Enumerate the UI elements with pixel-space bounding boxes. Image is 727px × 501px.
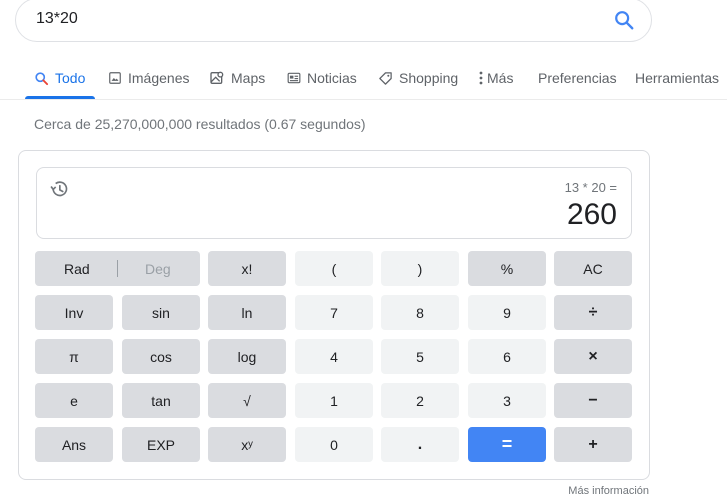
digit-0-button[interactable]: 0 — [295, 427, 373, 462]
tabs-divider — [0, 99, 727, 100]
digit-9-button[interactable]: 9 — [468, 295, 546, 330]
search-icon[interactable] — [613, 9, 635, 31]
map-icon — [209, 70, 225, 86]
result-stats: Cerca de 25,270,000,000 resultados (0.67… — [34, 116, 366, 132]
tab-imagenes[interactable]: Imágenes — [108, 69, 189, 87]
more-info-link[interactable]: Más información — [568, 485, 649, 497]
calculator-expression: 13 * 20 = — [564, 180, 617, 195]
tab-label: Preferencias — [538, 70, 617, 86]
digit-3-button[interactable]: 3 — [468, 383, 546, 418]
tab-label: Maps — [231, 70, 266, 86]
equals-button[interactable]: = — [468, 427, 546, 462]
tab-label: Todo — [55, 70, 86, 86]
decimal-point-button[interactable]: . — [381, 427, 459, 462]
tan-button[interactable]: tan — [122, 383, 200, 418]
rad-button[interactable]: Rad — [64, 261, 90, 277]
tab-mas[interactable]: Más — [478, 69, 513, 87]
search-box[interactable]: 13*20 — [15, 0, 652, 42]
close-paren-button[interactable]: ) — [381, 251, 459, 286]
ans-button[interactable]: Ans — [35, 427, 113, 462]
image-icon — [108, 71, 122, 85]
percent-button[interactable]: % — [468, 251, 546, 286]
cos-button[interactable]: cos — [122, 339, 200, 374]
all-clear-button[interactable]: AC — [554, 251, 632, 286]
search-input[interactable]: 13*20 — [36, 10, 78, 28]
log-button[interactable]: log — [208, 339, 286, 374]
tab-preferencias[interactable]: Preferencias — [538, 69, 617, 87]
plus-button[interactable]: + — [554, 427, 632, 462]
tab-herramientas[interactable]: Herramientas — [635, 69, 719, 87]
tab-label: Shopping — [399, 70, 459, 86]
open-paren-button[interactable]: ( — [295, 251, 373, 286]
tab-label: Imágenes — [128, 70, 190, 86]
minus-button[interactable]: − — [554, 383, 632, 418]
sqrt-button[interactable]: √ — [208, 383, 286, 418]
tab-label: Herramientas — [635, 70, 720, 86]
tab-label: Noticias — [307, 70, 357, 86]
euler-button[interactable]: e — [35, 383, 113, 418]
angle-mode-divider — [117, 260, 118, 277]
history-icon[interactable] — [49, 179, 69, 199]
power-button[interactable]: xʸ — [208, 427, 286, 462]
multiply-button[interactable]: × — [554, 339, 632, 374]
digit-1-button[interactable]: 1 — [295, 383, 373, 418]
search-icon — [34, 71, 49, 86]
sin-button[interactable]: sin — [122, 295, 200, 330]
divide-button[interactable]: ÷ — [554, 295, 632, 330]
tab-todo[interactable]: Todo — [34, 69, 85, 87]
ln-button[interactable]: ln — [208, 295, 286, 330]
tab-shopping[interactable]: Shopping — [378, 69, 458, 87]
digit-2-button[interactable]: 2 — [381, 383, 459, 418]
inverse-button[interactable]: Inv — [35, 295, 113, 330]
factorial-button[interactable]: x! — [208, 251, 286, 286]
tag-icon — [378, 71, 393, 86]
digit-4-button[interactable]: 4 — [295, 339, 373, 374]
deg-button[interactable]: Deg — [145, 261, 171, 277]
digit-6-button[interactable]: 6 — [468, 339, 546, 374]
tab-maps[interactable]: Maps — [209, 69, 265, 87]
digit-7-button[interactable]: 7 — [295, 295, 373, 330]
calculator-display: 13 * 20 = 260 — [36, 167, 632, 239]
more-vert-icon — [478, 71, 484, 85]
digit-8-button[interactable]: 8 — [381, 295, 459, 330]
pi-button[interactable]: π — [35, 339, 113, 374]
angle-mode-toggle[interactable]: Rad Deg — [35, 251, 200, 286]
calculator-result: 260 — [566, 198, 617, 231]
news-icon — [287, 71, 301, 85]
tab-label: Más — [487, 70, 514, 86]
tab-noticias[interactable]: Noticias — [287, 69, 357, 87]
digit-5-button[interactable]: 5 — [381, 339, 459, 374]
exp-button[interactable]: EXP — [122, 427, 200, 462]
